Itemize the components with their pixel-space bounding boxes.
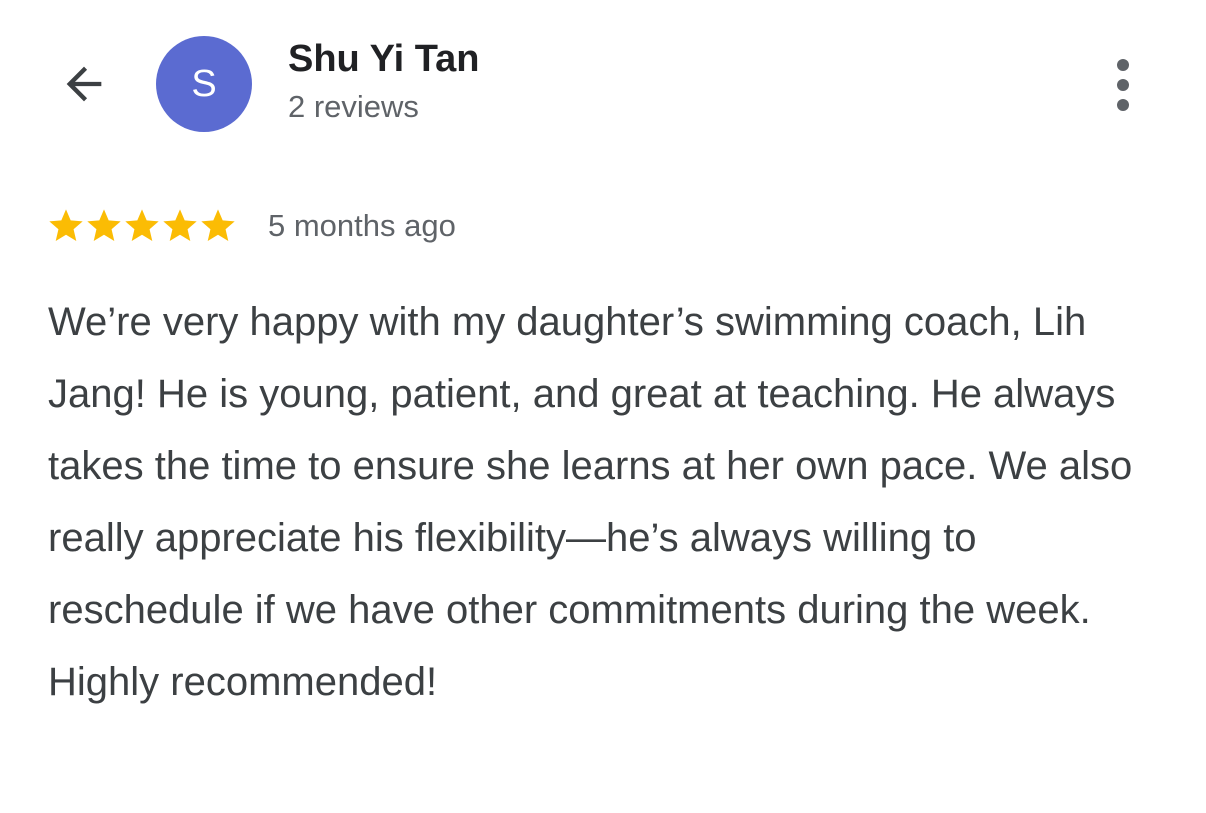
more-options-button[interactable] bbox=[1102, 55, 1144, 115]
review-page: S Shu Yi Tan 2 reviews 5 months ago We’r… bbox=[0, 0, 1206, 813]
star-icon bbox=[49, 209, 83, 241]
star-icon bbox=[163, 209, 197, 241]
more-vert-icon-dot bbox=[1117, 59, 1129, 71]
avatar[interactable]: S bbox=[156, 36, 252, 132]
rating-row: 5 months ago bbox=[46, 204, 456, 248]
arrow-left-icon bbox=[58, 58, 110, 115]
reviewer-name[interactable]: Shu Yi Tan bbox=[288, 38, 479, 81]
star-rating bbox=[46, 206, 236, 246]
more-vert-icon-dot bbox=[1117, 99, 1129, 111]
star-icon bbox=[87, 209, 121, 241]
review-count: 2 reviews bbox=[288, 89, 419, 124]
review-date: 5 months ago bbox=[268, 208, 456, 243]
avatar-initial: S bbox=[191, 62, 217, 105]
back-button[interactable] bbox=[52, 54, 116, 118]
star-icon bbox=[125, 209, 159, 241]
more-vert-icon-dot bbox=[1117, 79, 1129, 91]
star-icon bbox=[201, 209, 235, 241]
review-text: We’re very happy with my daughter’s swim… bbox=[48, 300, 1133, 704]
